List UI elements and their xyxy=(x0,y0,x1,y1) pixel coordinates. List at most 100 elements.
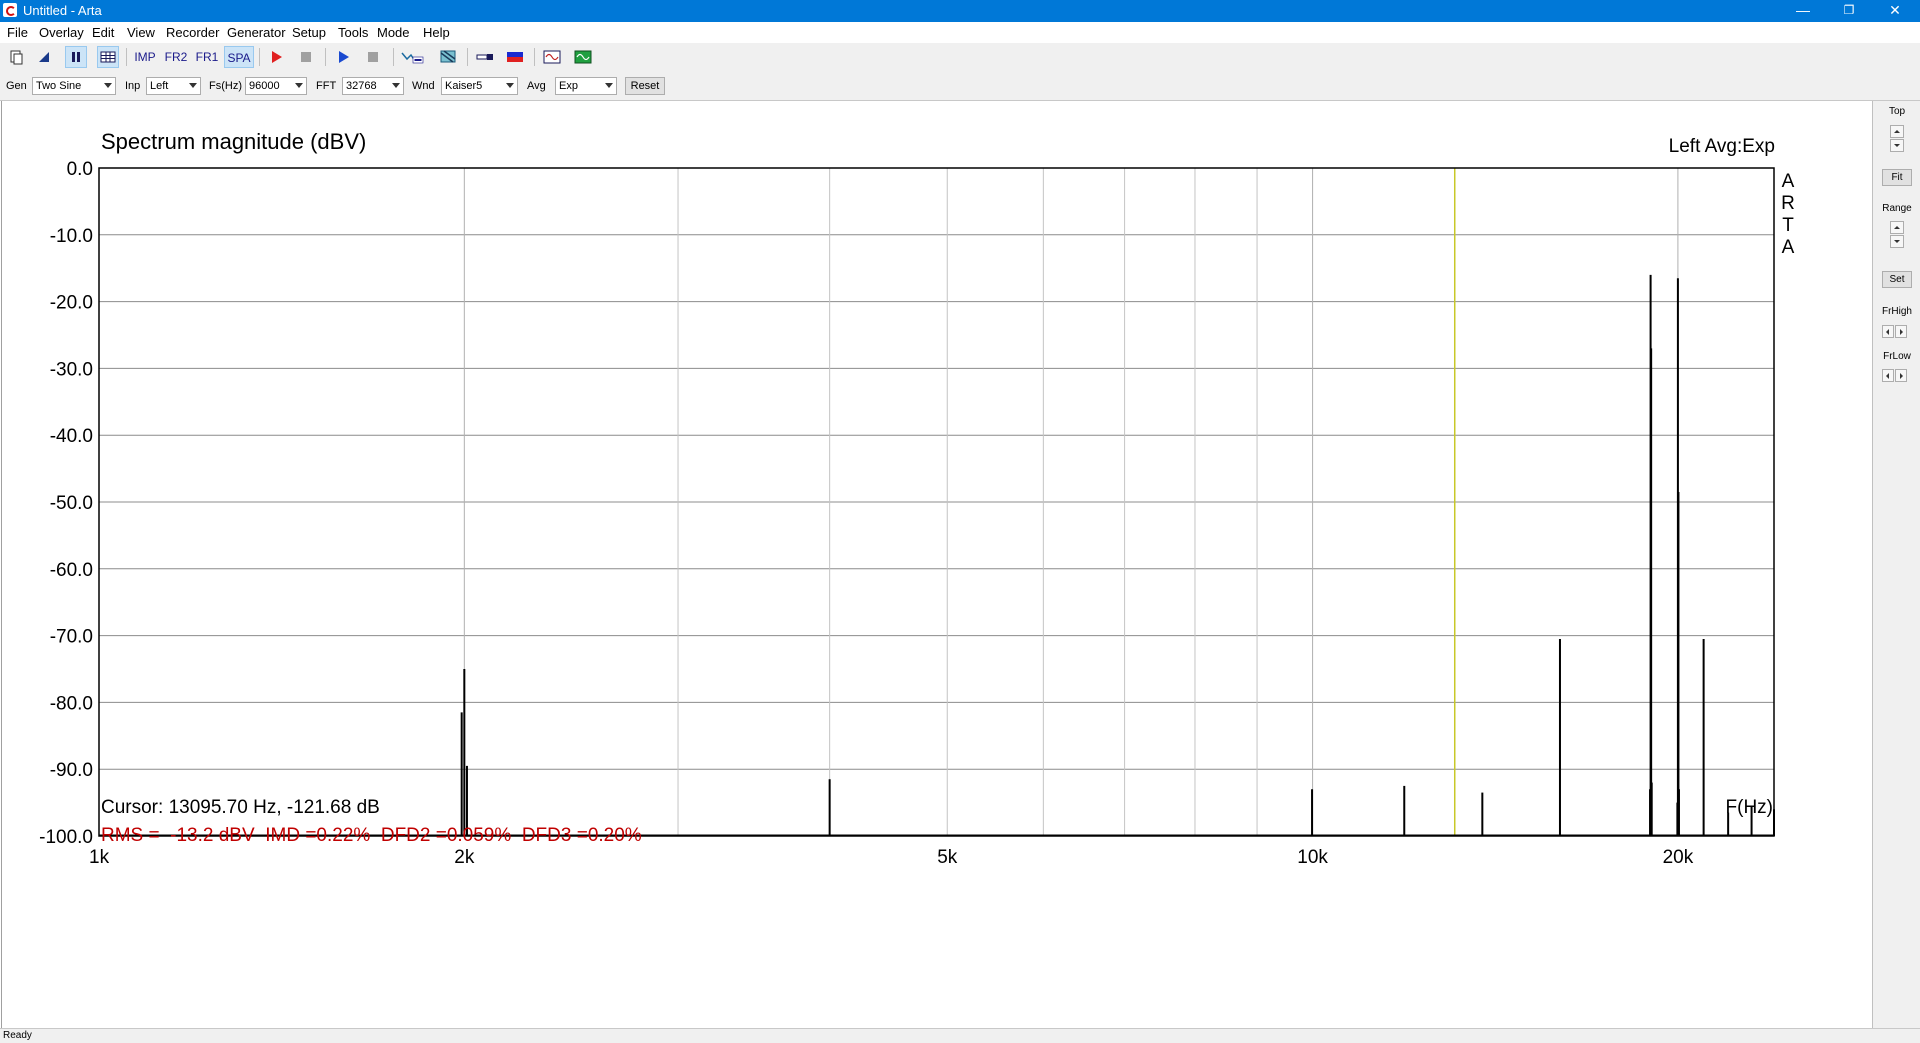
y-tick-label: -80.0 xyxy=(50,693,93,714)
watermark-letter: R xyxy=(1781,193,1795,214)
menu-generator[interactable]: Generator xyxy=(227,25,286,40)
chevron-down-icon xyxy=(392,83,400,88)
inp-label: Inp xyxy=(125,80,141,92)
window-title: Untitled - Arta xyxy=(23,3,102,18)
frhigh-label: FrHigh xyxy=(1881,306,1912,317)
settings-toolbar: Gen Two Sine Inp Left Fs(Hz) 96000 FFT 3… xyxy=(0,72,1920,101)
sample-rate-value: 96000 xyxy=(249,80,280,92)
frlow-right-button[interactable] xyxy=(1895,369,1907,382)
stop-icon[interactable] xyxy=(295,46,317,68)
averaging-select[interactable]: Exp xyxy=(555,77,617,95)
fs-label: Fs(Hz) xyxy=(209,80,242,92)
arta-app-icon xyxy=(3,3,17,17)
menu-recorder[interactable]: Recorder xyxy=(166,25,219,40)
input-select-value: Left xyxy=(150,80,169,92)
top-down-button[interactable] xyxy=(1890,139,1904,152)
menu-file[interactable]: File xyxy=(7,25,28,40)
connector-icon[interactable] xyxy=(474,46,496,68)
record-icon[interactable] xyxy=(265,46,287,68)
x-tick-label: 2k xyxy=(454,847,475,868)
generator-select-value: Two Sine xyxy=(36,80,82,92)
y-tick-label: 0.0 xyxy=(67,159,93,180)
filter-icon[interactable] xyxy=(437,46,459,68)
x-tick-label: 1k xyxy=(89,847,110,868)
range-down-button[interactable] xyxy=(1890,235,1904,248)
fft-size-select[interactable]: 32768 xyxy=(342,77,404,95)
menu-mode[interactable]: Mode xyxy=(377,25,410,40)
set-button[interactable]: Set xyxy=(1882,271,1912,288)
averaging-select-value: Exp xyxy=(559,80,578,92)
new-file-icon[interactable] xyxy=(5,46,27,68)
generator-icon[interactable] xyxy=(572,46,594,68)
reset-button[interactable]: Reset xyxy=(625,77,665,95)
abc-icon[interactable] xyxy=(399,46,425,68)
toolbar-separator xyxy=(467,48,468,66)
title-bar: Untitled - Arta — ❐ ✕ xyxy=(0,0,1920,22)
toolbar-separator xyxy=(393,48,394,66)
menu-bar: File Overlay Edit View Recorder Generato… xyxy=(0,22,1920,43)
y-tick-label: -60.0 xyxy=(50,560,93,581)
menu-overlay[interactable]: Overlay xyxy=(39,25,84,40)
restore-button[interactable]: ❐ xyxy=(1826,0,1872,22)
y-axis-tick-labels: 0.0 -10.0 -20.0 -30.0 -40.0 -50.0 -60.0 -70.0 -8… xyxy=(39,159,93,848)
pause-icon[interactable] xyxy=(65,46,87,68)
chart-title: Spectrum magnitude (dBV) xyxy=(101,129,366,154)
x-axis-label: F(Hz) xyxy=(1726,797,1773,818)
spectrum-graph-area[interactable]: 0.0 -10.0 -20.0 -30.0 -40.0 -50.0 -60.0 -70.0 -8… xyxy=(1,101,1872,1028)
imp-button[interactable]: IMP xyxy=(131,46,159,68)
stop-icon[interactable] xyxy=(362,46,384,68)
close-button[interactable]: ✕ xyxy=(1872,0,1918,22)
menu-tools[interactable]: Tools xyxy=(338,25,368,40)
fr2-button[interactable]: FR2 xyxy=(162,46,190,68)
scope-icon[interactable] xyxy=(541,46,563,68)
y-tick-label: -10.0 xyxy=(50,226,93,247)
chart-grid xyxy=(99,168,1774,836)
menu-edit[interactable]: Edit xyxy=(92,25,114,40)
status-text: Ready xyxy=(3,1030,32,1041)
watermark-letter: A xyxy=(1782,171,1795,192)
spa-button[interactable]: SPA xyxy=(224,46,254,68)
window-select-value: Kaiser5 xyxy=(445,80,483,92)
top-up-button[interactable] xyxy=(1890,125,1904,138)
play-icon[interactable] xyxy=(332,46,354,68)
fr1-button[interactable]: FR1 xyxy=(193,46,221,68)
menu-help[interactable]: Help xyxy=(423,25,450,40)
frlow-left-button[interactable] xyxy=(1882,369,1894,382)
fit-button[interactable]: Fit xyxy=(1882,169,1912,186)
main-toolbar: IMP FR2 FR1 SPA xyxy=(0,43,1920,72)
chevron-down-icon xyxy=(506,83,514,88)
avg-label: Avg xyxy=(527,80,546,92)
frhigh-left-button[interactable] xyxy=(1882,325,1894,338)
spectrum-chart[interactable]: 0.0 -10.0 -20.0 -30.0 -40.0 -50.0 -60.0 -70.0 -8… xyxy=(2,101,1872,1028)
watermark-letter: T xyxy=(1782,215,1794,236)
cursor-readout: Cursor: 13095.70 Hz, -121.68 dB xyxy=(101,797,380,818)
y-tick-label: -20.0 xyxy=(50,293,93,314)
window-select[interactable]: Kaiser5 xyxy=(441,77,518,95)
status-bar: Ready xyxy=(0,1028,1920,1043)
chevron-down-icon xyxy=(104,83,112,88)
generator-select[interactable]: Two Sine xyxy=(32,77,116,95)
y-tick-label: -50.0 xyxy=(50,493,93,514)
table-icon[interactable] xyxy=(97,46,119,68)
range-up-button[interactable] xyxy=(1890,221,1904,234)
measurement-stats: RMS = -13.2 dBV IMD =0.22% DFD2 =0.059% … xyxy=(101,825,642,846)
gen-label: Gen xyxy=(6,80,27,92)
spectrum-trace xyxy=(99,274,1775,836)
toolbar-separator xyxy=(325,48,326,66)
input-select[interactable]: Left xyxy=(146,77,201,95)
frhigh-right-button[interactable] xyxy=(1895,325,1907,338)
flag-icon[interactable] xyxy=(504,46,526,68)
frlow-label: FrLow xyxy=(1883,351,1911,362)
y-tick-label: -70.0 xyxy=(50,627,93,648)
range-label: Range xyxy=(1882,203,1912,214)
menu-setup[interactable]: Setup xyxy=(292,25,326,40)
menu-view[interactable]: View xyxy=(127,25,155,40)
wnd-label: Wnd xyxy=(412,80,435,92)
y-tick-label: -90.0 xyxy=(50,760,93,781)
top-label: Top xyxy=(1888,106,1906,117)
minimize-button[interactable]: — xyxy=(1780,0,1826,22)
sample-rate-select[interactable]: 96000 xyxy=(245,77,307,95)
x-tick-label: 5k xyxy=(937,847,958,868)
open-icon[interactable] xyxy=(33,46,55,68)
chevron-down-icon xyxy=(295,83,303,88)
